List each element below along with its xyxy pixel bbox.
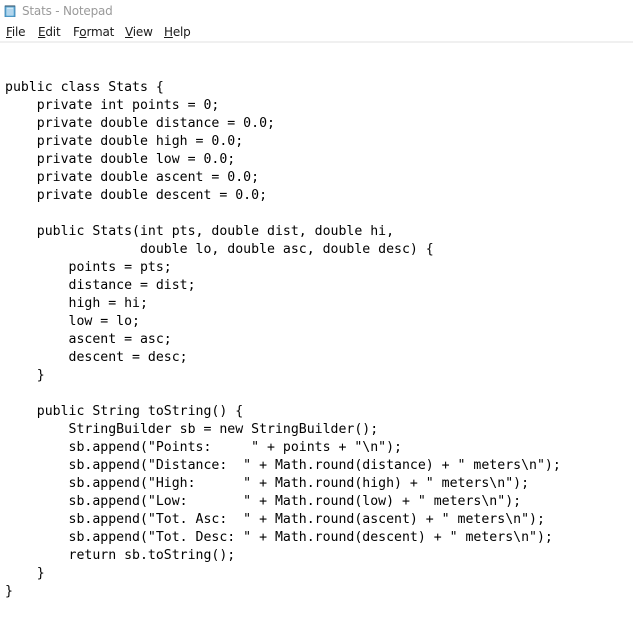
- code-line: sb.append("Points: " + points + "\n");: [5, 440, 402, 455]
- code-line: high = hi;: [5, 296, 148, 311]
- code-line: }: [5, 584, 13, 599]
- code-line: sb.append("High: " + Math.round(high) + …: [5, 476, 530, 491]
- menu-file-label: ile: [11, 25, 26, 39]
- code-line: public String toString() {: [5, 404, 244, 419]
- title-bar: Stats - Notepad: [0, 0, 633, 22]
- menu-edit-label: dit: [45, 25, 61, 39]
- menu-file[interactable]: File: [6, 25, 26, 39]
- code-line: private double descent = 0.0;: [5, 188, 268, 203]
- code-line: low = lo;: [5, 314, 140, 329]
- code-line: sb.append("Tot. Asc: " + Math.round(asce…: [5, 512, 545, 527]
- code-line: return sb.toString();: [5, 548, 236, 563]
- menu-edit[interactable]: Edit: [38, 25, 61, 39]
- notepad-icon: [4, 5, 16, 17]
- code-line: private double distance = 0.0;: [5, 116, 275, 131]
- menu-help-label: elp: [172, 25, 191, 39]
- code-line: private double ascent = 0.0;: [5, 170, 260, 185]
- window-title: Stats - Notepad: [22, 4, 113, 18]
- code-line: }: [5, 566, 45, 581]
- code-line: private double high = 0.0;: [5, 134, 244, 149]
- menu-help-accel: H: [164, 25, 173, 39]
- code-line: descent = desc;: [5, 350, 188, 365]
- code-line: StringBuilder sb = new StringBuilder();: [5, 422, 379, 437]
- menu-bar: File Edit Format View Help: [0, 23, 633, 41]
- menu-format-label: rmat: [86, 25, 115, 39]
- code-line: ascent = asc;: [5, 332, 172, 347]
- code-line: points = pts;: [5, 260, 172, 275]
- code-line: private int points = 0;: [5, 98, 220, 113]
- code-line: distance = dist;: [5, 278, 196, 293]
- code-line: double lo, double asc, double desc) {: [5, 242, 434, 257]
- text-editor[interactable]: public class Stats { private int points …: [0, 43, 633, 644]
- menu-view-accel: V: [125, 25, 133, 39]
- menu-help[interactable]: Help: [164, 25, 191, 39]
- code-line: private double low = 0.0;: [5, 152, 236, 167]
- code-line: sb.append("Low: " + Math.round(low) + " …: [5, 494, 522, 509]
- menu-view-label: iew: [132, 25, 153, 39]
- code-line: public class Stats {: [5, 80, 164, 95]
- code-line: public Stats(int pts, double dist, doubl…: [5, 224, 395, 239]
- menu-format[interactable]: Format: [73, 25, 114, 39]
- code-line: }: [5, 368, 45, 383]
- code-line: sb.append("Distance: " + Math.round(dist…: [5, 458, 561, 473]
- code-text[interactable]: public class Stats { private int points …: [5, 79, 561, 601]
- menu-view[interactable]: View: [125, 25, 153, 39]
- code-line: sb.append("Tot. Desc: " + Math.round(des…: [5, 530, 553, 545]
